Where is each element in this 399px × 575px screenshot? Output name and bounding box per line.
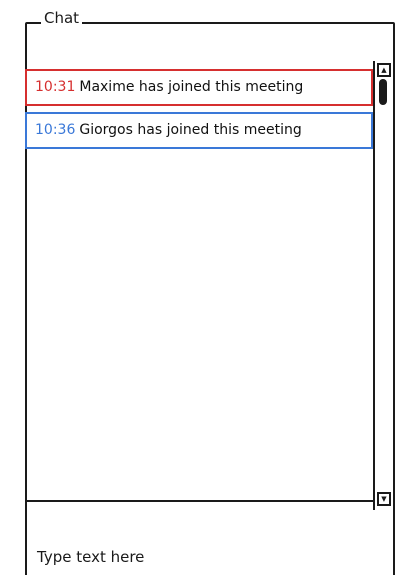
chat-message: 10:36 Giorgos has joined this meeting xyxy=(25,112,373,149)
scroll-thumb[interactable] xyxy=(379,79,387,105)
chat-scrollbar[interactable]: ▲ ▼ xyxy=(373,61,393,510)
scroll-up-icon[interactable]: ▲ xyxy=(377,63,391,77)
message-input[interactable]: Type text here xyxy=(25,503,393,575)
chat-panel-title: Chat xyxy=(41,8,83,28)
chat-message: 10:31 Maxime has joined this meeting xyxy=(25,69,373,106)
message-time: 10:36 xyxy=(35,122,76,138)
message-time: 10:31 xyxy=(35,79,76,95)
message-text: Maxime has joined this meeting xyxy=(79,79,304,95)
message-input-placeholder: Type text here xyxy=(37,548,145,566)
message-text: Giorgos has joined this meeting xyxy=(79,122,302,138)
